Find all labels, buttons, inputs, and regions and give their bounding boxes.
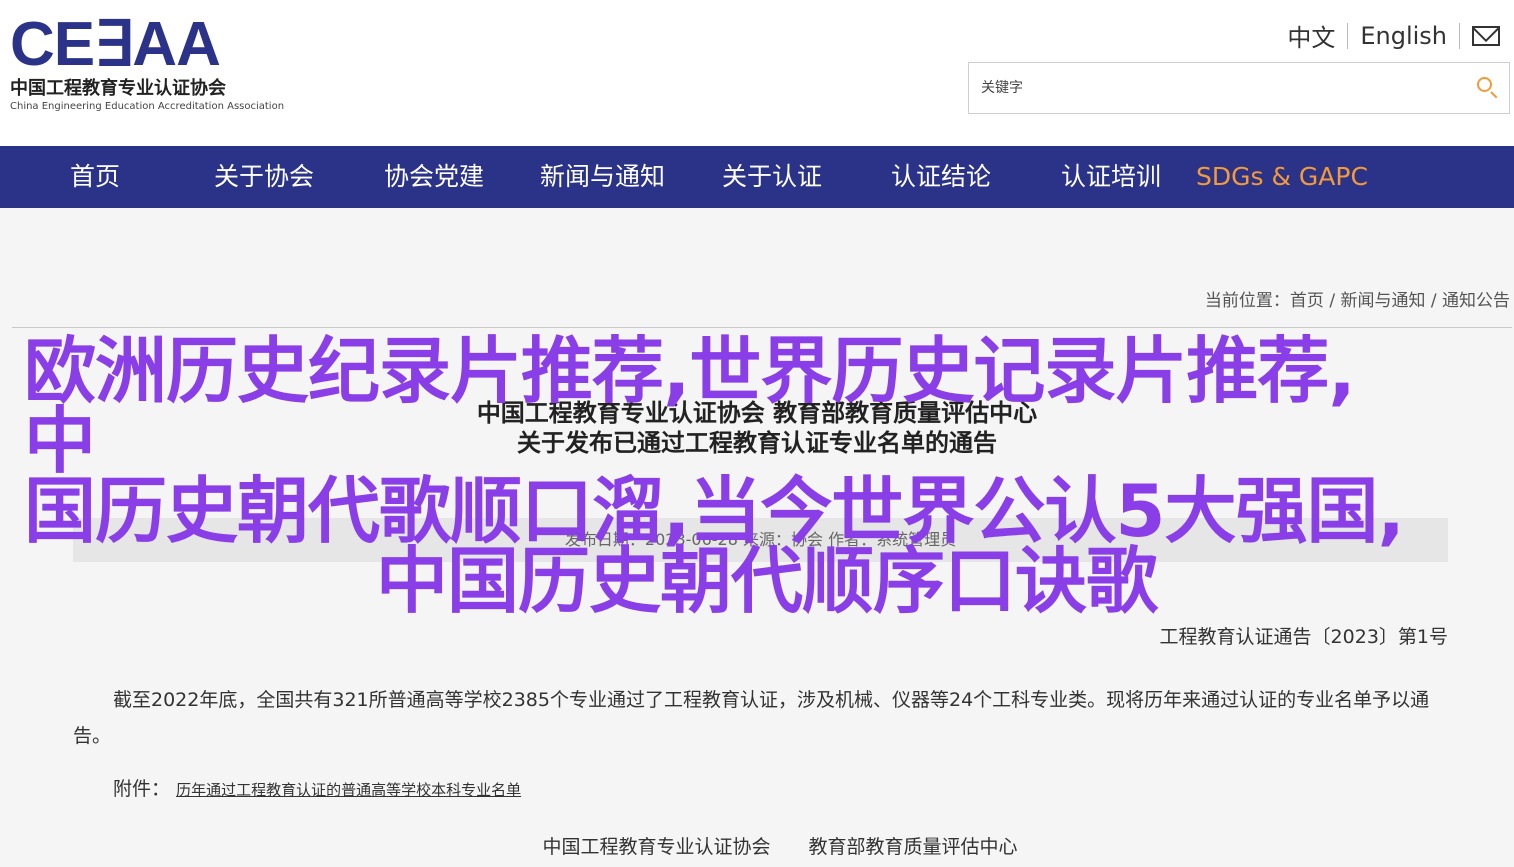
logo-english-name: China Engineering Education Accreditatio… <box>10 101 285 112</box>
content-divider <box>12 327 1512 328</box>
attachment-label: 附件： <box>113 778 171 800</box>
attachment-link[interactable]: 历年通过工程教育认证的普通高等学校本科专业名单 <box>176 781 521 799</box>
nav-item-party[interactable]: 协会党建 <box>384 146 484 208</box>
nav-item-about[interactable]: 关于协会 <box>214 146 314 208</box>
nav-item-training[interactable]: 认证培训 <box>1061 146 1161 208</box>
search-input[interactable] <box>969 63 1473 113</box>
article-signature: 中国工程教育专业认证协会 教育部教育质量评估中心 <box>542 836 1018 858</box>
article-body: 截至2022年底，全国共有321所普通高等学校2385个专业通过了工程教育认证，… <box>73 689 1430 747</box>
logo-wordmark: CE∃AA <box>10 10 221 79</box>
overlay-line-1: 欧洲历史纪录片推荐,世界历史记录片推荐,中 <box>24 329 1356 483</box>
lang-chinese-link[interactable]: 中文 <box>1287 18 1335 53</box>
overlay-headline: 欧洲历史纪录片推荐,世界历史记录片推荐,中 国历史朝代歌顺口溜,当今世界公认5大… <box>24 329 1424 623</box>
nav-item-news[interactable]: 新闻与通知 <box>540 146 665 208</box>
search-box <box>968 62 1510 114</box>
search-icon[interactable] <box>1477 77 1497 97</box>
logo-chinese-name: 中国工程教育专业认证协会 <box>10 78 226 99</box>
lang-divider <box>1459 22 1460 49</box>
site-header: CE∃AA 中国工程教育专业认证协会 China Engineering Edu… <box>0 0 1514 146</box>
lang-divider <box>1347 22 1349 49</box>
overlay-line-3: 中国历史朝代顺序口诀歌 <box>376 539 1158 623</box>
attachment: 附件： 历年通过工程教育认证的普通高等学校本科专业名单 <box>113 774 521 801</box>
nav-item-results[interactable]: 认证结论 <box>891 146 991 208</box>
overlay-line-2: 国历史朝代歌顺口溜,当今世界公认5大强国, <box>24 469 1405 553</box>
nav-item-sdgs[interactable]: SDGs & GAPC <box>1196 146 1368 208</box>
site-logo[interactable]: CE∃AA 中国工程教育专业认证协会 China Engineering Edu… <box>10 10 285 114</box>
notice-number: 工程教育认证通告〔2023〕第1号 <box>1159 626 1448 648</box>
nav-item-accreditation[interactable]: 关于认证 <box>722 146 822 208</box>
lang-english-link[interactable]: English <box>1360 22 1447 50</box>
main-nav: 首页 关于协会 协会党建 新闻与通知 关于认证 认证结论 认证培训 SDGs &… <box>0 146 1514 208</box>
breadcrumb[interactable]: 当前位置：首页 / 新闻与通知 / 通知公告 <box>1205 286 1510 311</box>
mail-icon[interactable] <box>1472 25 1500 46</box>
nav-item-home[interactable]: 首页 <box>70 146 120 208</box>
language-switcher: 中文 English <box>1287 18 1500 53</box>
